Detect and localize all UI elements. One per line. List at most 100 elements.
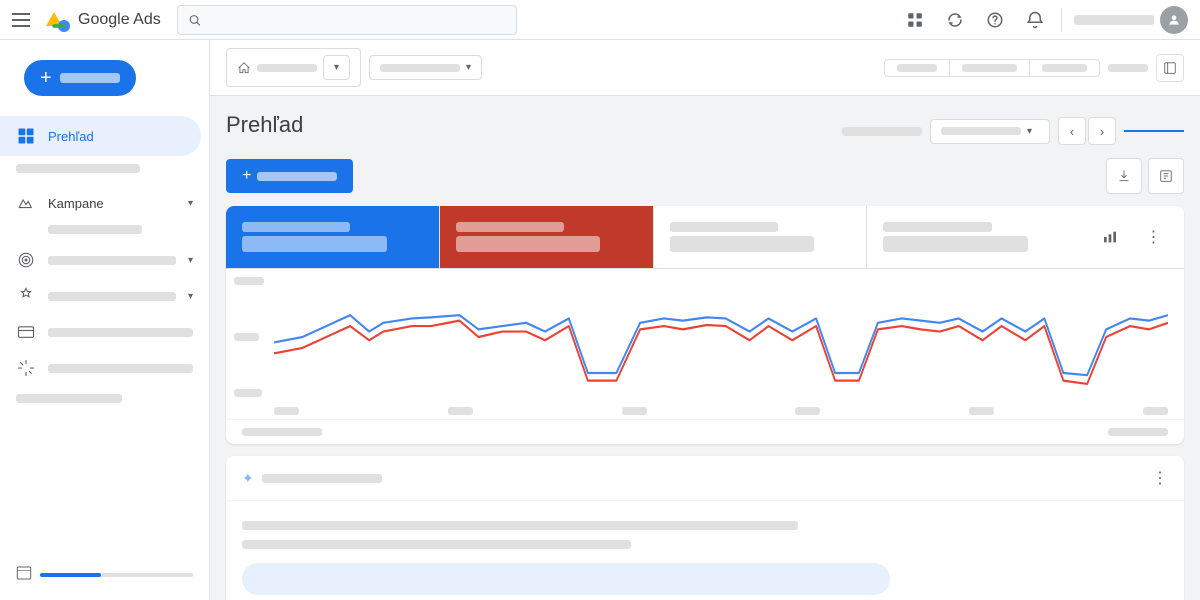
sidebar-placeholder-last (0, 390, 209, 407)
search-input[interactable] (207, 12, 506, 27)
help-icon[interactable] (977, 2, 1013, 38)
billing-icon (16, 322, 36, 342)
chart-card: ⋮ (226, 206, 1184, 444)
ai-sparkle-icon: ✦ (242, 470, 254, 487)
search-bar[interactable] (177, 5, 517, 35)
tools-icon (16, 286, 36, 306)
right-controls (884, 54, 1184, 82)
page-title-row: Prehľad ▾ ‹ › (210, 96, 1200, 158)
sidebar-item-tools[interactable]: ▾ (0, 278, 209, 314)
progress-bar-fill (40, 573, 101, 577)
app-title: Google Ads (78, 11, 161, 29)
chart-more-options[interactable]: ⋮ (1136, 219, 1172, 255)
goals-chevron: ▾ (188, 255, 193, 266)
divider (1061, 8, 1062, 32)
metric-box-4[interactable] (867, 206, 1080, 268)
insights-icon (16, 358, 36, 378)
tab-3[interactable] (1030, 59, 1100, 77)
chart-svg (274, 277, 1168, 397)
controls-row: ▾ ▾ (210, 40, 1200, 96)
account-area (1074, 6, 1188, 34)
dropdown-secondary[interactable]: ▾ (369, 55, 482, 80)
content-tabs (884, 59, 1100, 77)
sidebar-item-insights[interactable] (0, 350, 209, 386)
kampane-chevron: ▾ (188, 198, 193, 209)
create-button[interactable]: + (24, 60, 136, 96)
top-icons (897, 2, 1188, 38)
ai-line-1 (242, 521, 798, 530)
logo-area: Google Ads (44, 6, 161, 34)
nav-arrows: ‹ › (1058, 117, 1116, 145)
blue-line (274, 315, 1168, 375)
add-icon: + (242, 167, 251, 185)
metric-box-1[interactable] (226, 206, 440, 268)
sidebar-item-prehled-label: Prehľad (48, 129, 94, 144)
x-axis-labels (274, 407, 1168, 415)
title-placeholder (842, 127, 922, 136)
google-ads-logo-icon (44, 6, 72, 34)
progress-bar-container (40, 573, 193, 577)
ai-action-button[interactable] (242, 563, 890, 595)
date-picker-chevron: ▾ (1027, 126, 1032, 137)
kampane-icon (16, 193, 36, 213)
menu-button[interactable] (12, 8, 36, 32)
y-axis-labels (234, 277, 264, 397)
sidebar-kampane-section: Kampane ▾ (0, 181, 209, 242)
kampane-label: Kampane (48, 196, 104, 211)
chart-area (226, 269, 1184, 419)
sidebar: + Prehľad (0, 40, 210, 600)
tab-2[interactable] (950, 59, 1030, 77)
sidebar-bottom (0, 549, 209, 600)
dropdown-secondary-chevron: ▾ (466, 62, 471, 73)
chart-controls: ⋮ (1080, 206, 1184, 268)
main-content: ▾ ▾ (210, 40, 1200, 600)
overview-icon (16, 126, 36, 146)
campaigns-view-icon[interactable] (897, 2, 933, 38)
prev-arrow[interactable]: ‹ (1058, 117, 1086, 145)
title-right-controls: ▾ ‹ › (842, 117, 1184, 145)
sidebar-storage-item (0, 557, 209, 592)
sidebar-item-prehled[interactable]: Prehľad (0, 116, 201, 156)
next-arrow[interactable]: › (1088, 117, 1116, 145)
ai-line-2 (242, 540, 631, 549)
ai-more-options[interactable]: ⋮ (1152, 468, 1168, 488)
chart-view-toggle[interactable] (1092, 219, 1128, 255)
account-name-bar (1074, 15, 1154, 25)
ai-card: ✦ ⋮ (226, 456, 1184, 600)
blue-underline (1124, 130, 1184, 132)
tab-1[interactable] (884, 59, 950, 77)
sidebar-item-goals[interactable]: ▾ (0, 242, 209, 278)
sidebar-item-billing[interactable] (0, 314, 209, 350)
download-icon[interactable] (1106, 158, 1142, 194)
extra-tab-label (1108, 64, 1148, 72)
dropdown-home-chevron: ▾ (323, 55, 350, 80)
goals-icon (16, 250, 36, 270)
ai-card-body (226, 501, 1184, 600)
top-bar: Google Ads (0, 0, 1200, 40)
dropdown-home[interactable]: ▾ (226, 48, 361, 87)
chart-action-icons (1106, 158, 1184, 194)
create-label-bar (60, 73, 120, 83)
ai-card-header: ✦ ⋮ (226, 456, 1184, 501)
add-button-row: + (210, 158, 1200, 206)
notifications-icon[interactable] (1017, 2, 1053, 38)
metric-box-3[interactable] (654, 206, 868, 268)
add-button[interactable]: + (226, 159, 353, 193)
red-line (274, 321, 1168, 384)
sidebar-placeholder-1 (0, 158, 209, 179)
metric-box-2[interactable] (440, 206, 654, 268)
collapse-sidebar-btn[interactable] (1156, 54, 1184, 82)
avatar[interactable] (1160, 6, 1188, 34)
create-plus-icon: + (40, 68, 52, 88)
report-icon[interactable] (1148, 158, 1184, 194)
chart-metrics: ⋮ (226, 206, 1184, 269)
refresh-icon[interactable] (937, 2, 973, 38)
page-title: Prehľad (226, 112, 303, 138)
kampane-header[interactable]: Kampane ▾ (0, 185, 209, 221)
kampane-sub-1 (0, 221, 209, 238)
storage-icon (16, 565, 32, 584)
chart-footer (226, 419, 1184, 444)
search-icon (188, 13, 201, 27)
tools-chevron: ▾ (188, 291, 193, 302)
date-picker[interactable]: ▾ (930, 119, 1050, 144)
